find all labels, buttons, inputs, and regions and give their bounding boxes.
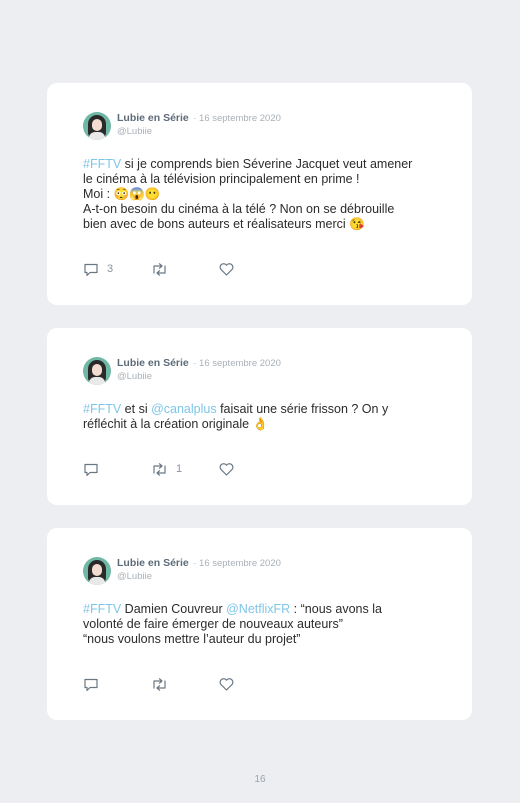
tweet-header: Lubie en Série · 16 septembre 2020 @Lubi… (83, 356, 436, 386)
mention-link[interactable]: @canalplus (151, 402, 217, 416)
reply-button[interactable] (83, 677, 151, 692)
tweet-card: Lubie en Série · 16 septembre 2020 @Lubi… (47, 528, 472, 720)
tweet-line: “nous voulons mettre l’auteur du projet” (83, 632, 301, 646)
avatar[interactable] (83, 112, 111, 140)
tweet-text: #FFTV si je comprends bien Séverine Jacq… (83, 157, 436, 232)
retweet-icon (153, 677, 166, 691)
tweet-header: Lubie en Série · 16 septembre 2020 @Lubi… (83, 556, 436, 586)
like-button[interactable] (219, 262, 287, 276)
tweet-line: bien avec de bons auteurs et réalisateur… (83, 217, 365, 231)
hashtag-link[interactable]: #FFTV (83, 602, 121, 616)
tweet-date[interactable]: · 16 septembre 2020 (193, 113, 281, 124)
author-handle[interactable]: @Lubiie (117, 371, 281, 383)
tweet-line: si je comprends bien Séverine Jacquet ve… (121, 157, 413, 171)
hashtag-link[interactable]: #FFTV (83, 157, 121, 171)
tweet-actions (83, 676, 287, 692)
tweet-line: le cinéma à la télévision principalement… (83, 172, 360, 186)
retweet-button[interactable] (151, 677, 219, 691)
hashtag-link[interactable]: #FFTV (83, 402, 121, 416)
reply-icon (84, 678, 98, 691)
tweet-line: réfléchit à la création originale 👌 (83, 417, 269, 431)
avatar[interactable] (83, 357, 111, 385)
tweet-line: volonté de faire émerger de nouveaux aut… (83, 617, 343, 631)
tweet-line: Damien Couvreur (121, 602, 227, 616)
reply-button[interactable]: 3 (83, 262, 151, 277)
author-handle[interactable]: @Lubiie (117, 126, 281, 138)
author-handle[interactable]: @Lubiie (117, 571, 281, 583)
like-button[interactable] (219, 462, 287, 476)
tweet-text: #FFTV Damien Couvreur @NetflixFR : “nous… (83, 602, 436, 647)
reply-button[interactable] (83, 462, 151, 477)
reply-icon (84, 463, 98, 476)
heart-icon (219, 677, 234, 691)
tweet-header: Lubie en Série · 16 septembre 2020 @Lubi… (83, 111, 436, 141)
avatar[interactable] (83, 557, 111, 585)
retweet-count: 1 (176, 463, 183, 475)
page-number: 16 (254, 774, 266, 785)
tweet-date[interactable]: · 16 septembre 2020 (193, 558, 281, 569)
like-button[interactable] (219, 677, 287, 691)
heart-icon (219, 262, 234, 276)
tweet-text: #FFTV et si @canalplus faisait une série… (83, 402, 436, 432)
tweet-line: et si (121, 402, 152, 416)
author-name[interactable]: Lubie en Série (117, 357, 189, 369)
tweet-line: : “nous avons la (290, 602, 382, 616)
tweet-date[interactable]: · 16 septembre 2020 (193, 358, 281, 369)
tweet-line: A-t-on besoin du cinéma à la télé ? Non … (83, 202, 395, 216)
retweet-button[interactable] (151, 262, 219, 276)
tweet-actions: 3 (83, 261, 287, 277)
tweet-card: Lubie en Série · 16 septembre 2020 @Lubi… (47, 83, 472, 305)
reply-icon (84, 263, 98, 276)
author-name[interactable]: Lubie en Série (117, 112, 189, 124)
retweet-button[interactable]: 1 (151, 462, 219, 476)
tweet-card: Lubie en Série · 16 septembre 2020 @Lubi… (47, 328, 472, 505)
retweet-icon (153, 462, 166, 476)
heart-icon (219, 462, 234, 476)
author-name[interactable]: Lubie en Série (117, 557, 189, 569)
tweet-line: faisait une série frisson ? On y (216, 402, 389, 416)
tweet-line: Moi : 😳😱😶 (83, 187, 161, 201)
reply-count: 3 (107, 263, 114, 275)
retweet-icon (153, 262, 166, 276)
mention-link[interactable]: @NetflixFR (226, 602, 290, 616)
tweet-actions: 1 (83, 461, 287, 477)
